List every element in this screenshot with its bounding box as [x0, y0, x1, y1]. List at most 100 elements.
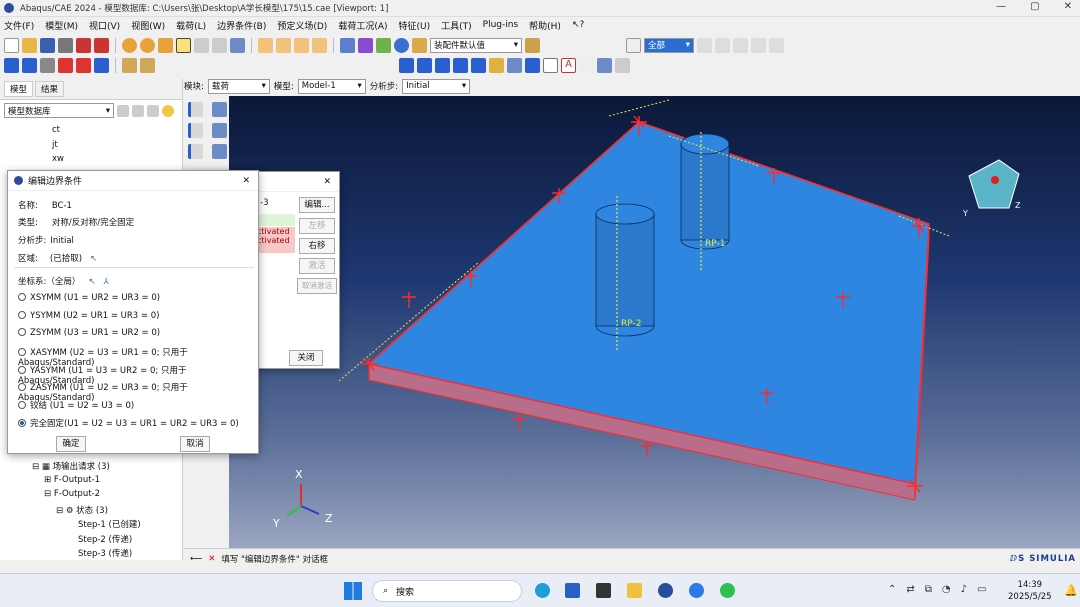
- save-icon[interactable]: [40, 37, 55, 53]
- tree-item[interactable]: ct: [52, 125, 182, 140]
- info-icon[interactable]: [394, 37, 409, 53]
- tab-model[interactable]: 模型: [4, 81, 34, 97]
- tree-item[interactable]: Step-3 (传递): [0, 547, 183, 562]
- minimize-button[interactable]: —: [996, 1, 1006, 12]
- menu-viewport[interactable]: 视口(V): [89, 19, 120, 32]
- view-back-icon[interactable]: [417, 57, 432, 73]
- menu-tools[interactable]: 工具(T): [441, 19, 472, 32]
- menu-file[interactable]: 文件(F): [4, 19, 34, 32]
- view-left-icon[interactable]: [471, 57, 486, 73]
- field-manager-icon[interactable]: [212, 144, 227, 159]
- back-arrow-icon[interactable]: ⟵: [190, 554, 202, 564]
- query-icon[interactable]: [122, 37, 137, 53]
- option-zsymm[interactable]: ZSYMM (U3 = UR1 = UR2 = 0): [18, 328, 160, 338]
- box-zoom-icon[interactable]: [58, 57, 73, 73]
- tree-item[interactable]: xw: [52, 154, 182, 169]
- activate-button[interactable]: 激活: [299, 258, 335, 274]
- selection-filter-combo[interactable]: 全部 ▾: [644, 37, 694, 53]
- print-icon[interactable]: [58, 37, 73, 53]
- folder-icon[interactable]: [627, 583, 642, 598]
- menu-bc[interactable]: 边界条件(B): [217, 19, 266, 32]
- cancel-button[interactable]: 取消: [180, 436, 210, 452]
- terminal-icon[interactable]: [596, 583, 611, 598]
- pointer-icon[interactable]: [579, 57, 594, 73]
- tree-item[interactable]: ⊟ F-Output-2: [0, 489, 183, 504]
- render-icon[interactable]: [340, 37, 355, 53]
- manager-close-button[interactable]: 关闭: [289, 350, 323, 366]
- menu-plugins[interactable]: Plug-ins: [483, 20, 519, 30]
- select-arrow-icon[interactable]: [176, 37, 191, 53]
- viewport[interactable]: RP-1 RP-2 X Z Y Y Z: [229, 96, 1080, 548]
- move-left-button[interactable]: 左移: [299, 218, 335, 234]
- select-tool1-icon[interactable]: [697, 37, 712, 53]
- start-icon[interactable]: [344, 582, 362, 600]
- clock[interactable]: 14:39 2025/5/25: [1008, 579, 1052, 603]
- tree-filter-icon[interactable]: [117, 104, 129, 117]
- view-top-icon[interactable]: [435, 57, 450, 73]
- close-button[interactable]: ✕: [1064, 1, 1072, 12]
- mesh-icon[interactable]: [507, 57, 522, 73]
- move-right-button[interactable]: 右移: [299, 238, 335, 254]
- render3-icon[interactable]: [376, 37, 391, 53]
- notification-icon[interactable]: 🔔: [1064, 584, 1078, 597]
- tree-collapse-icon[interactable]: [147, 104, 159, 117]
- move-icon[interactable]: [4, 57, 19, 73]
- new-icon[interactable]: [4, 37, 19, 53]
- tree-bulb-icon[interactable]: [162, 104, 174, 117]
- option-pinned[interactable]: 铰结 (U1 = U2 = U3 = 0): [18, 399, 134, 411]
- wechat-icon[interactable]: [720, 583, 735, 598]
- cube-icon[interactable]: [258, 37, 273, 53]
- bc-manager-icon[interactable]: [212, 102, 227, 117]
- redo-icon[interactable]: [212, 37, 227, 53]
- render2-icon[interactable]: [358, 37, 373, 53]
- table-icon[interactable]: [597, 57, 612, 73]
- list-icon[interactable]: [615, 57, 630, 73]
- text-annotation-icon[interactable]: A: [561, 57, 576, 73]
- edit-button[interactable]: 编辑...: [299, 197, 335, 213]
- menu-feature[interactable]: 特征(U): [399, 19, 431, 32]
- step-combo[interactable]: Initial ▾: [402, 78, 471, 94]
- kugou-icon[interactable]: [689, 583, 704, 598]
- select-tool2-icon[interactable]: [715, 37, 730, 53]
- tree-item[interactable]: Step-1 (已创建): [0, 518, 183, 533]
- create-bc-icon[interactable]: [188, 102, 203, 117]
- ok-button[interactable]: 确定: [56, 436, 86, 452]
- query-point-icon[interactable]: [525, 57, 540, 73]
- open-icon[interactable]: [22, 37, 37, 53]
- tab-results[interactable]: 结果: [35, 81, 65, 97]
- module-combo[interactable]: 载荷 ▾: [207, 78, 270, 94]
- menu-model[interactable]: 模型(M): [45, 19, 78, 32]
- menu-help[interactable]: 帮助(H): [529, 19, 561, 32]
- model-database-combo[interactable]: 模型数据库 ▾: [4, 103, 114, 118]
- menu-predefined[interactable]: 预定义场(D): [277, 19, 327, 32]
- dialog-close-icon[interactable]: ✕: [242, 176, 250, 186]
- load-manager-icon[interactable]: [212, 123, 227, 138]
- cancel-prompt-icon[interactable]: ✕: [208, 554, 215, 564]
- tree-item[interactable]: Step-2 (传递): [0, 533, 183, 548]
- create-load-icon[interactable]: [188, 123, 203, 138]
- perspective-icon[interactable]: [94, 57, 109, 73]
- selection-arrow-icon[interactable]: [626, 37, 641, 53]
- deactivate-button[interactable]: 取消激活: [297, 278, 337, 294]
- menu-loadcase[interactable]: 载荷工况(A): [338, 19, 387, 32]
- pan-icon[interactable]: [158, 37, 173, 53]
- zoom-icon[interactable]: [40, 57, 55, 73]
- line-icon[interactable]: [543, 57, 558, 73]
- menu-load[interactable]: 载荷(L): [176, 19, 206, 32]
- option-ysymm[interactable]: YSYMM (U2 = UR1 = UR3 = 0): [18, 311, 159, 321]
- select-tool3-icon[interactable]: [733, 37, 748, 53]
- tree-item[interactable]: ⊟ ⚙ 状态 (3): [0, 504, 183, 519]
- fit-icon[interactable]: [76, 57, 91, 73]
- cube4-icon[interactable]: [312, 37, 327, 53]
- rotate-icon[interactable]: [22, 57, 37, 73]
- manager-close-icon[interactable]: ✕: [323, 177, 331, 187]
- csys-pick-icon[interactable]: ↖: [88, 277, 95, 287]
- tree-expand-icon[interactable]: [132, 104, 144, 117]
- create-field-icon[interactable]: [188, 144, 203, 159]
- layer-icon[interactable]: [122, 57, 137, 73]
- menu-view[interactable]: 视图(W): [131, 19, 165, 32]
- select-tool4-icon[interactable]: [751, 37, 766, 53]
- view-cube-icon[interactable]: Y Z: [962, 159, 1021, 218]
- option-xsymm[interactable]: XSYMM (U1 = UR2 = UR3 = 0): [18, 293, 160, 303]
- region-select-arrow-icon[interactable]: ↖: [90, 254, 97, 264]
